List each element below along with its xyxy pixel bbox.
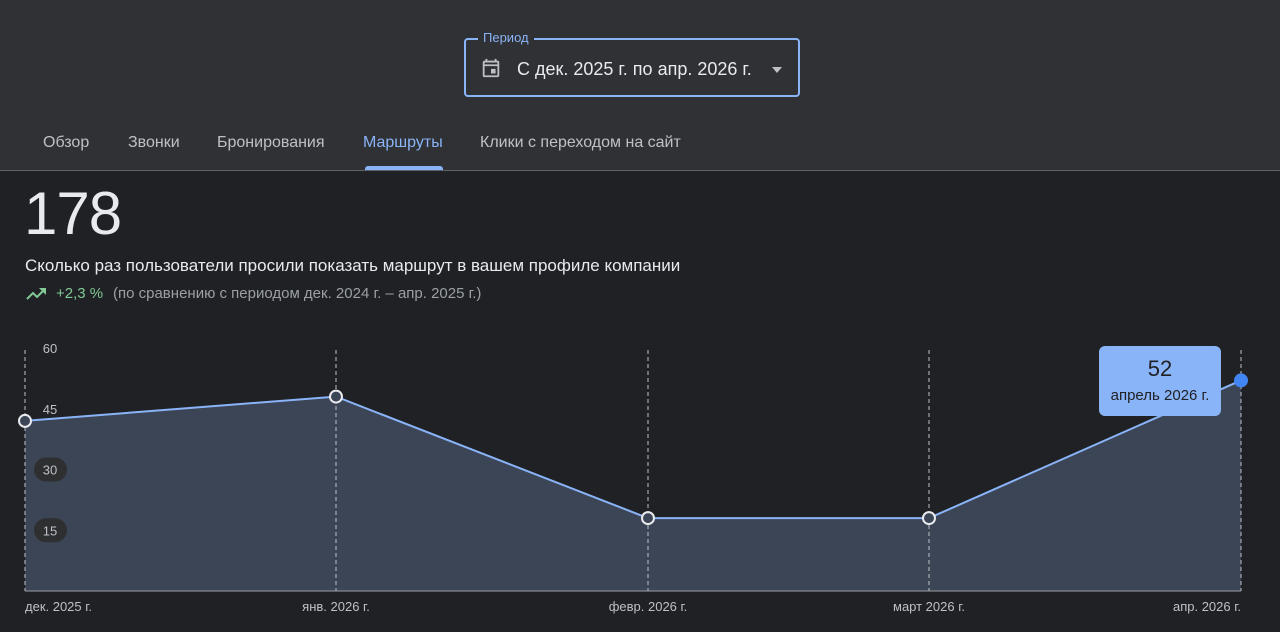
trend-value: +2,3 % (56, 285, 104, 302)
tab-directions[interactable]: Маршруты (363, 132, 443, 154)
y-tick-label: 15 (43, 523, 57, 538)
tab-overview[interactable]: Обзор (43, 132, 89, 154)
trending-up-icon (26, 288, 46, 300)
chevron-down-icon (772, 67, 782, 73)
chart-point (18, 413, 32, 428)
x-tick-label: февр. 2026 г. (609, 599, 688, 614)
x-tick-label: дек. 2025 г. (25, 599, 92, 614)
chart-area (25, 380, 1241, 591)
tab-calls[interactable]: Звонки (128, 132, 180, 154)
period-value: С дек. 2025 г. по апр. 2026 г. (517, 59, 752, 79)
chart-tooltip: 52 апрель 2026 г. (1099, 346, 1221, 416)
trend-comparison: (по сравнению с периодом дек. 2024 г. – … (113, 285, 482, 302)
chart-point (329, 389, 343, 404)
calendar-icon (482, 58, 500, 78)
period-label: Период (478, 29, 534, 47)
y-tick-label: 60 (43, 341, 57, 356)
header-panel: Период С дек. 2025 г. по апр. 2026 г. Об… (0, 0, 1280, 171)
tooltip-value: 52 (1147, 356, 1173, 381)
total-count: 178 (24, 180, 122, 247)
x-tick-label: янв. 2026 г. (302, 599, 370, 614)
chart-point (922, 511, 936, 526)
chart-point-selected (1234, 373, 1248, 388)
y-tick-label: 45 (43, 402, 57, 417)
directions-chart: 60 45 30 15 дек. 2025 г. янв. 2026 г. февр. 20… (18, 341, 1248, 614)
chart-point (641, 511, 655, 526)
tab-bookings[interactable]: Бронирования (217, 132, 325, 154)
x-tick-label: март 2026 г. (893, 599, 965, 614)
tooltip-date: апрель 2026 г. (1110, 387, 1210, 404)
tab-website-clicks[interactable]: Клики с переходом на сайт (480, 132, 681, 154)
y-tick-label: 30 (43, 463, 57, 478)
active-tab-indicator (365, 166, 443, 170)
metric-description: Сколько раз пользователи просили показат… (25, 256, 681, 275)
x-tick-label: апр. 2026 г. (1173, 599, 1241, 614)
period-selector[interactable]: Период С дек. 2025 г. по апр. 2026 г. (464, 29, 800, 97)
